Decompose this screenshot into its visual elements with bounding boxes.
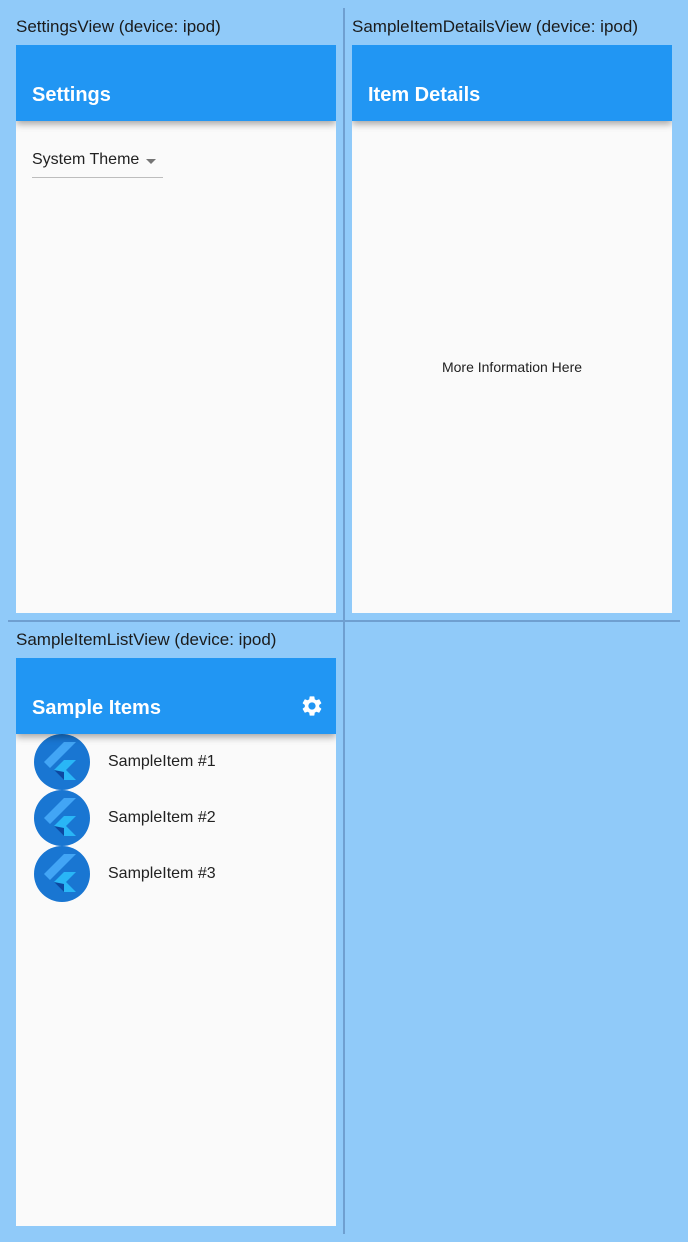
settings-view-label: SettingsView (device: ipod) [16,17,221,36]
list-app-bar: Sample Items [16,658,336,734]
settings-screen: Settings System Theme [16,45,336,613]
page-title: Sample Items [32,697,161,719]
flutter-logo-icon [34,846,90,902]
page-title: Item Details [368,84,481,106]
list-item-label: SampleItem #1 [108,753,216,770]
list-item[interactable]: SampleItem #3 [16,846,336,902]
details-body-text: More Information Here [441,359,583,375]
list-item[interactable]: SampleItem #2 [16,790,336,846]
flutter-logo-icon [34,790,90,846]
dropdown-arrow-icon [146,159,156,164]
settings-app-bar: Settings [16,45,336,121]
list-screen: Sample Items SampleItem #1 SampleItem #2 [16,658,336,1226]
details-view-label: SampleItemDetailsView (device: ipod) [352,17,638,36]
details-app-bar: Item Details [352,45,672,121]
page-title: Settings [32,84,111,106]
details-screen: Item Details More Information Here [352,45,672,613]
horizontal-grid-divider [8,620,680,622]
theme-dropdown[interactable]: System Theme [32,145,163,178]
gear-icon[interactable] [300,694,324,718]
list-item-label: SampleItem #2 [108,809,216,826]
list-item[interactable]: SampleItem #1 [16,734,336,790]
list-item-label: SampleItem #3 [108,865,216,882]
theme-dropdown-value: System Theme [32,151,140,168]
list-view-label: SampleItemListView (device: ipod) [16,630,277,649]
flutter-logo-icon [34,734,90,790]
